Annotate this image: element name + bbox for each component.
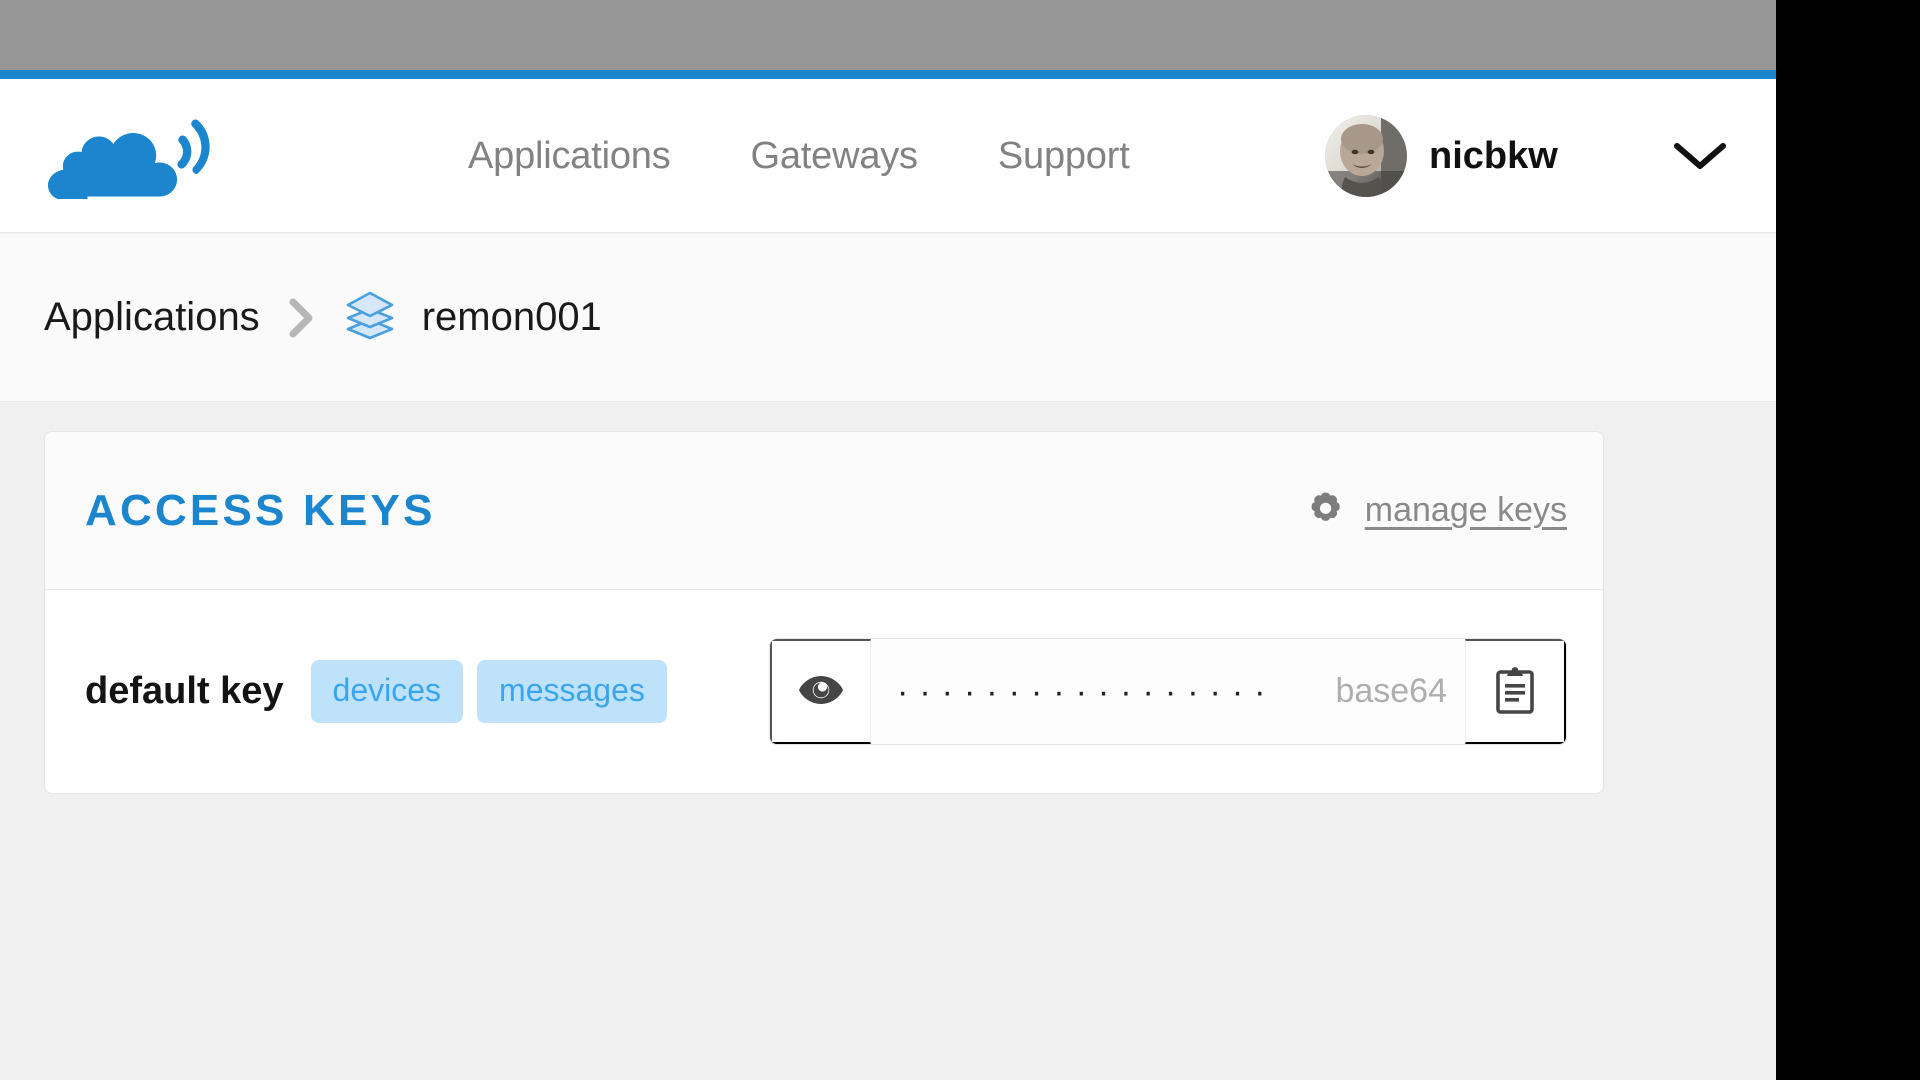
brand-accent-bar (0, 70, 1776, 79)
username-label: nicbkw (1429, 134, 1558, 177)
manage-keys-link[interactable]: manage keys (1305, 488, 1567, 533)
access-keys-card: ACCESS KEYS manage keys default key devi… (44, 431, 1604, 794)
nav-applications[interactable]: Applications (468, 135, 671, 178)
user-menu-trigger[interactable]: nicbkw (1325, 79, 1558, 233)
access-key-row: default key devices messages ···········… (45, 590, 1603, 793)
nav-support[interactable]: Support (998, 135, 1130, 178)
page-title: ACCESS KEYS (85, 485, 436, 535)
breadcrumb-applications[interactable]: Applications (44, 295, 260, 340)
primary-nav: Applications Gateways Support (468, 79, 1130, 233)
cloud-signal-logo[interactable] (40, 113, 240, 200)
chevron-down-icon[interactable] (1673, 79, 1727, 233)
toggle-visibility-button[interactable] (770, 639, 871, 744)
masked-key-input[interactable]: ················· base64 (871, 639, 1465, 744)
layers-icon (342, 287, 398, 348)
badge-devices[interactable]: devices (310, 660, 464, 723)
avatar (1325, 115, 1407, 197)
breadcrumb: Applications remon001 (0, 234, 1776, 402)
eye-icon (798, 673, 844, 710)
key-value-field: ················· base64 (769, 638, 1567, 745)
copy-to-clipboard-button[interactable] (1465, 639, 1566, 744)
key-input-group: ················· base64 (769, 638, 1567, 745)
site-header: Applications Gateways Support nicbkw (0, 79, 1776, 233)
breadcrumb-current-app[interactable]: remon001 (342, 287, 602, 348)
nav-gateways[interactable]: Gateways (751, 135, 919, 178)
chevron-right-icon (288, 297, 316, 339)
badge-messages[interactable]: messages (477, 660, 667, 723)
clipboard-icon (1494, 665, 1536, 718)
screen: Applications Gateways Support nicbkw App… (0, 0, 1920, 1080)
key-name-label: default key (85, 670, 284, 712)
browser-page: Applications Gateways Support nicbkw App… (0, 0, 1776, 1080)
key-rights-badges: devices messages (310, 660, 667, 723)
manage-keys-label: manage keys (1364, 491, 1567, 529)
masked-key-value: ················· (897, 674, 1277, 709)
card-header: ACCESS KEYS manage keys (45, 432, 1603, 590)
gear-icon (1305, 488, 1345, 533)
main-content: ACCESS KEYS manage keys default key devi… (0, 403, 1776, 1080)
offscreen-region (1776, 0, 1920, 1080)
key-encoding-label: base64 (1335, 672, 1447, 710)
breadcrumb-app-name: remon001 (421, 295, 602, 339)
window-chrome-bar (0, 0, 1776, 70)
